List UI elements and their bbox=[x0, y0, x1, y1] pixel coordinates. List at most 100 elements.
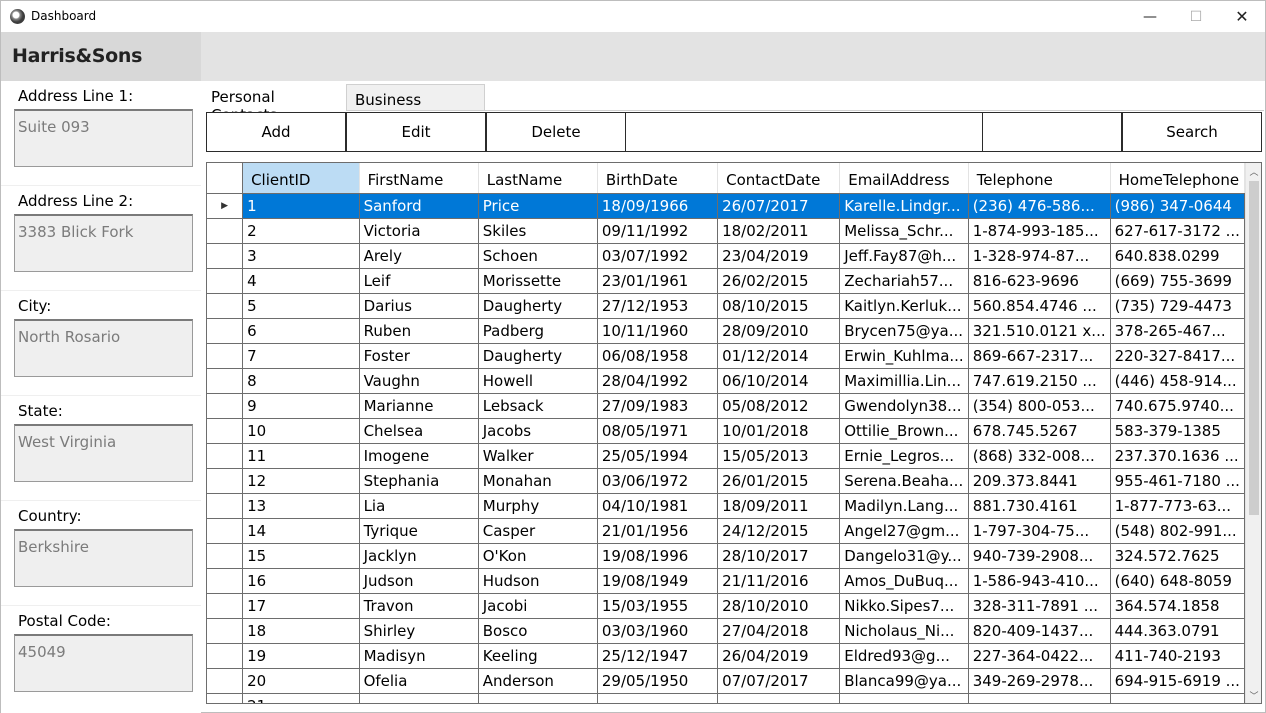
table-row[interactable]: 20 Ofelia Anderson 29/05/1950 07/07/2017 Blan… bbox=[207, 668, 1245, 694]
cell-emailaddress[interactable]: Dangelo31@y... bbox=[839, 543, 969, 569]
cell-birthdate[interactable]: 28/04/1992 bbox=[597, 368, 719, 394]
cell-hometelephone[interactable]: 627-617-3172 ... bbox=[1110, 218, 1245, 244]
cell-birthdate[interactable]: 25/05/1994 bbox=[597, 443, 719, 469]
cell-hometelephone[interactable]: 411-740-2193 bbox=[1110, 643, 1245, 669]
cell-telephone[interactable]: 869-667-2317... bbox=[968, 343, 1111, 369]
cell-birthdate[interactable]: 03/03/1960 bbox=[597, 618, 719, 644]
edit-button[interactable]: Edit bbox=[346, 112, 486, 152]
row-header[interactable] bbox=[207, 643, 244, 669]
cell-lastname[interactable]: Daugherty bbox=[478, 293, 598, 319]
cell-firstname[interactable]: Shirley bbox=[359, 618, 479, 644]
row-header[interactable] bbox=[207, 693, 244, 703]
table-row[interactable]: ▶ 1 Sanford Price 18/09/1966 26/07/2017 Karell… bbox=[207, 193, 1245, 219]
cell-lastname[interactable]: Padberg bbox=[478, 318, 598, 344]
vertical-scrollbar[interactable]: ︿ ﹀ bbox=[1245, 163, 1261, 703]
table-row[interactable]: 6 Ruben Padberg 10/11/1960 28/09/2010 Brycen7… bbox=[207, 318, 1245, 344]
cell-birthdate[interactable]: 03/07/1992 bbox=[597, 243, 719, 269]
cell-birthdate[interactable]: 29/05/1950 bbox=[597, 668, 719, 694]
column-header-hometelephone[interactable]: HomeTelephone bbox=[1110, 163, 1245, 194]
cell-firstname[interactable]: Victoria bbox=[359, 218, 479, 244]
cell-firstname[interactable]: Arely bbox=[359, 243, 479, 269]
cell-hometelephone[interactable]: 955-461-7180 ... bbox=[1110, 468, 1245, 494]
cell-lastname[interactable]: Lebsack bbox=[478, 393, 598, 419]
cell-firstname[interactable]: Chelsea bbox=[359, 418, 479, 444]
cell-emailaddress[interactable]: Nicholaus_Ni... bbox=[839, 618, 969, 644]
table-row[interactable]: 17 Travon Jacobi 15/03/1955 28/10/2010 Nikko.… bbox=[207, 593, 1245, 619]
cell-telephone[interactable]: 328-311-7891 ... bbox=[968, 593, 1111, 619]
cell-birthdate[interactable]: 27/12/1953 bbox=[597, 293, 719, 319]
cell-contactdate[interactable]: 26/04/2019 bbox=[717, 643, 841, 669]
cell-clientid[interactable]: 4 bbox=[242, 268, 360, 294]
table-row[interactable]: 3 Arely Schoen 03/07/1992 23/04/2019 Jeff.Fay… bbox=[207, 243, 1245, 269]
address-line-2-field[interactable]: 3383 Blick Fork bbox=[14, 214, 193, 272]
cell-lastname[interactable]: O'Kon bbox=[478, 543, 598, 569]
cell-birthdate[interactable] bbox=[597, 693, 719, 703]
cell-contactdate[interactable]: 26/07/2017 bbox=[717, 193, 841, 219]
cell-lastname[interactable]: Monahan bbox=[478, 468, 598, 494]
cell-birthdate[interactable]: 04/10/1981 bbox=[597, 493, 719, 519]
row-header[interactable] bbox=[207, 243, 244, 269]
cell-firstname[interactable]: Foster bbox=[359, 343, 479, 369]
cell-firstname[interactable]: Leif bbox=[359, 268, 479, 294]
cell-birthdate[interactable]: 23/01/1961 bbox=[597, 268, 719, 294]
cell-lastname[interactable]: Jacobs bbox=[478, 418, 598, 444]
cell-lastname[interactable]: Casper bbox=[478, 518, 598, 544]
cell-emailaddress[interactable]: Maximillia.Lin... bbox=[839, 368, 969, 394]
cell-hometelephone[interactable]: 378-265-467... bbox=[1110, 318, 1245, 344]
column-header-lastname[interactable]: LastName bbox=[478, 163, 598, 194]
column-header-clientid[interactable]: ClientID bbox=[242, 163, 360, 194]
table-row[interactable]: 19 Madisyn Keeling 25/12/1947 26/04/2019 Eldr… bbox=[207, 643, 1245, 669]
postal-code-field[interactable]: 45049 bbox=[14, 634, 193, 692]
row-header[interactable] bbox=[207, 668, 244, 694]
cell-hometelephone[interactable]: (446) 458-914... bbox=[1110, 368, 1245, 394]
city-field[interactable]: North Rosario bbox=[14, 319, 193, 377]
cell-firstname[interactable]: Travon bbox=[359, 593, 479, 619]
row-header[interactable] bbox=[207, 293, 244, 319]
cell-telephone[interactable]: 321.510.0121 x... bbox=[968, 318, 1111, 344]
scroll-down-icon[interactable]: ﹀ bbox=[1246, 687, 1261, 703]
row-header[interactable] bbox=[207, 418, 244, 444]
cell-hometelephone[interactable]: 640.838.0299 bbox=[1110, 243, 1245, 269]
table-row[interactable]: 5 Darius Daugherty 27/12/1953 08/10/2015 Kait… bbox=[207, 293, 1245, 319]
cell-telephone[interactable]: 209.373.8441 bbox=[968, 468, 1111, 494]
cell-emailaddress[interactable] bbox=[839, 693, 969, 703]
row-header-corner[interactable] bbox=[207, 163, 244, 194]
table-row[interactable]: 21 bbox=[207, 693, 1245, 703]
table-row[interactable]: 14 Tyrique Casper 21/01/1956 24/12/2015 Angel… bbox=[207, 518, 1245, 544]
cell-telephone[interactable]: 816-623-9696 bbox=[968, 268, 1111, 294]
cell-telephone[interactable]: 678.745.5267 bbox=[968, 418, 1111, 444]
cell-clientid[interactable]: 9 bbox=[242, 393, 360, 419]
address-line-1-field[interactable]: Suite 093 bbox=[14, 109, 193, 167]
cell-contactdate[interactable]: 26/02/2015 bbox=[717, 268, 841, 294]
table-row[interactable]: 4 Leif Morissette 23/01/1961 26/02/2015 Zecha… bbox=[207, 268, 1245, 294]
cell-emailaddress[interactable]: Amos_DuBuq... bbox=[839, 568, 969, 594]
cell-telephone[interactable]: 820-409-1437... bbox=[968, 618, 1111, 644]
cell-firstname[interactable]: Vaughn bbox=[359, 368, 479, 394]
cell-clientid[interactable]: 21 bbox=[242, 693, 360, 703]
cell-firstname[interactable]: Stephania bbox=[359, 468, 479, 494]
cell-contactdate[interactable]: 07/07/2017 bbox=[717, 668, 841, 694]
cell-lastname[interactable]: Howell bbox=[478, 368, 598, 394]
cell-hometelephone[interactable]: 444.363.0791 bbox=[1110, 618, 1245, 644]
column-header-contactdate[interactable]: ContactDate bbox=[717, 163, 841, 194]
cell-hometelephone[interactable]: (548) 802-991... bbox=[1110, 518, 1245, 544]
cell-firstname[interactable] bbox=[359, 693, 479, 703]
table-row[interactable]: 16 Judson Hudson 19/08/1949 21/11/2016 Amos_D… bbox=[207, 568, 1245, 594]
table-row[interactable]: 8 Vaughn Howell 28/04/1992 06/10/2014 Maximil… bbox=[207, 368, 1245, 394]
minimize-button[interactable]: — bbox=[1127, 1, 1173, 32]
cell-clientid[interactable]: 1 bbox=[242, 193, 360, 219]
cell-lastname[interactable]: Murphy bbox=[478, 493, 598, 519]
cell-hometelephone[interactable]: 237.370.1636 ... bbox=[1110, 443, 1245, 469]
cell-telephone[interactable]: (354) 800-053... bbox=[968, 393, 1111, 419]
cell-telephone[interactable]: 227-364-0422... bbox=[968, 643, 1111, 669]
cell-lastname[interactable]: Price bbox=[478, 193, 598, 219]
cell-emailaddress[interactable]: Zechariah57... bbox=[839, 268, 969, 294]
cell-birthdate[interactable]: 15/03/1955 bbox=[597, 593, 719, 619]
cell-birthdate[interactable]: 06/08/1958 bbox=[597, 343, 719, 369]
cell-emailaddress[interactable]: Kaitlyn.Kerluk... bbox=[839, 293, 969, 319]
row-header[interactable] bbox=[207, 518, 244, 544]
cell-telephone[interactable]: 1-874-993-185... bbox=[968, 218, 1111, 244]
row-header[interactable] bbox=[207, 343, 244, 369]
table-row[interactable]: 7 Foster Daugherty 06/08/1958 01/12/2014 Erwi… bbox=[207, 343, 1245, 369]
cell-emailaddress[interactable]: Erwin_Kuhlma... bbox=[839, 343, 969, 369]
